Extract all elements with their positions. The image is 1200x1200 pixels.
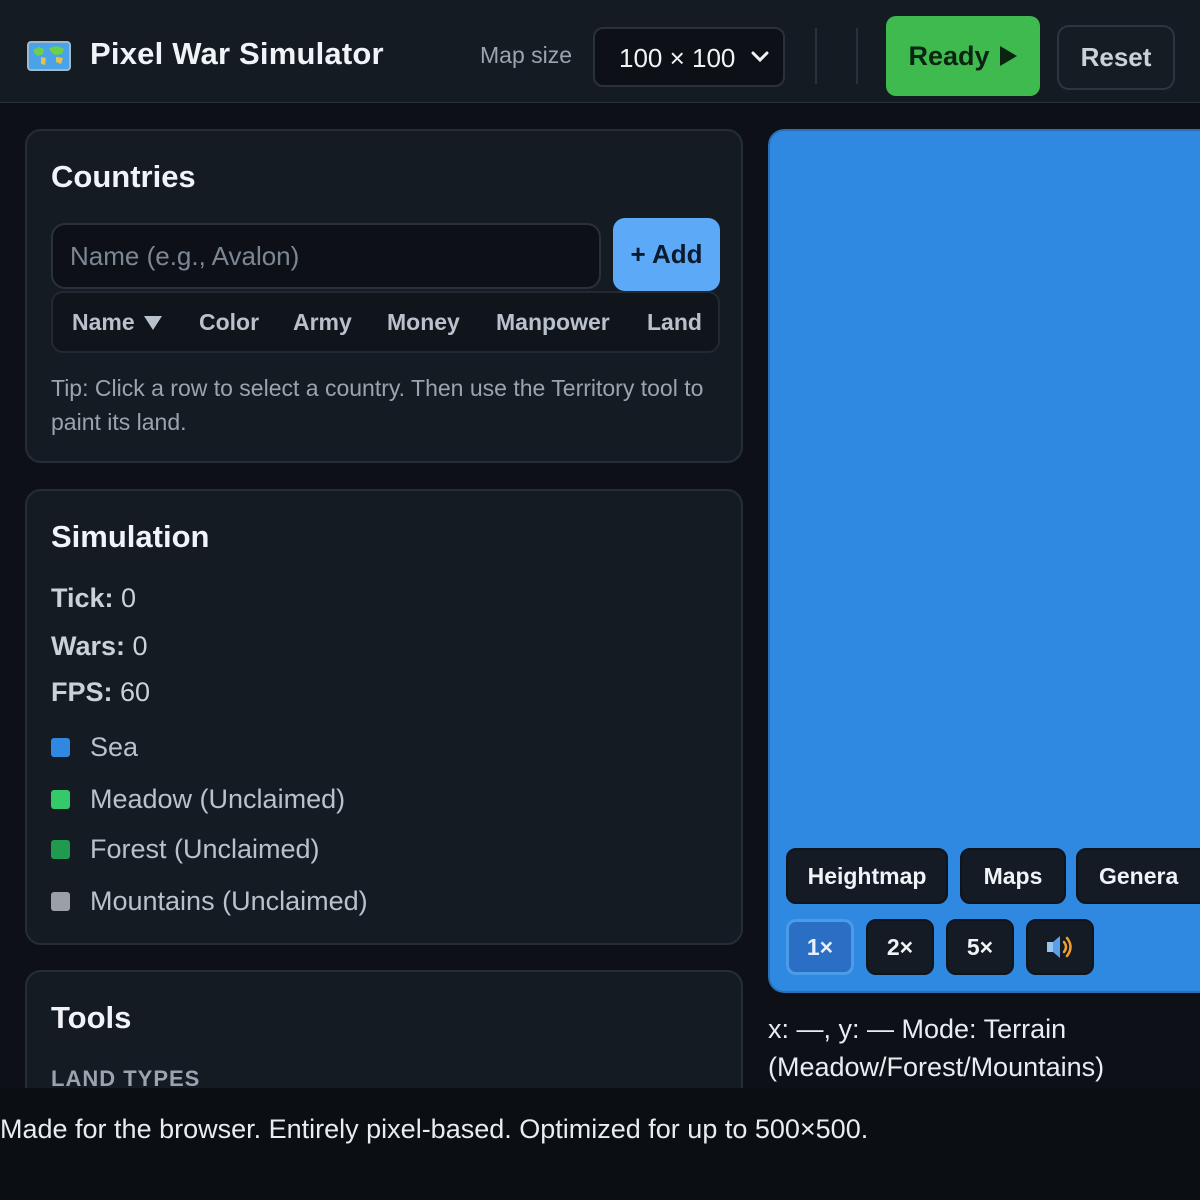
wars-value: 0 <box>132 631 148 661</box>
legend-item-forest: Forest (Unclaimed) <box>51 834 320 864</box>
mountains-swatch <box>51 891 70 911</box>
header-divider <box>856 28 858 84</box>
speed-2x-button[interactable]: 2× <box>866 919 934 975</box>
heightmap-button[interactable]: Heightmap <box>786 848 948 904</box>
map-viewport: Heightmap Maps Genera 1× 2× 5× <box>768 129 1200 993</box>
legend-label: Sea <box>90 731 139 762</box>
legend-item-mountains: Mountains (Unclaimed) <box>51 886 368 916</box>
fps-label: FPS: <box>51 677 113 707</box>
legend-item-sea: Sea <box>51 732 138 762</box>
legend-item-meadow: Meadow (Unclaimed) <box>51 784 345 814</box>
tick-stat: Tick: 0 <box>51 583 136 614</box>
column-header-land[interactable]: Land <box>647 309 702 336</box>
map-size-select[interactable]: 100 × 100 <box>593 27 785 87</box>
map-size-label: Map size <box>480 42 573 68</box>
column-header-color[interactable]: Color <box>199 309 259 336</box>
countries-title: Countries <box>51 159 196 194</box>
column-header-army[interactable]: Army <box>293 309 352 336</box>
add-country-button[interactable]: + Add <box>613 218 720 291</box>
column-header-name[interactable]: Name <box>72 309 163 336</box>
world-map-icon <box>27 41 71 71</box>
forest-swatch <box>51 839 70 859</box>
column-header-money[interactable]: Money <box>387 309 460 336</box>
speed-5x-button[interactable]: 5× <box>946 919 1014 975</box>
sound-toggle-button[interactable] <box>1026 919 1094 975</box>
play-icon <box>999 46 1017 66</box>
sea-swatch <box>51 737 70 757</box>
ready-label: Ready <box>908 40 990 71</box>
wars-stat: Wars: 0 <box>51 631 148 662</box>
footer-text: Made for the browser. Entirely pixel-bas… <box>0 1114 869 1144</box>
column-header-manpower[interactable]: Manpower <box>496 309 610 336</box>
generate-button[interactable]: Genera <box>1076 848 1200 904</box>
speed-1x-button[interactable]: 1× <box>786 919 854 975</box>
countries-tip: Tip: Click a row to select a country. Th… <box>51 375 704 435</box>
wars-label: Wars: <box>51 631 126 661</box>
tools-title: Tools <box>51 1000 132 1035</box>
speaker-icon <box>1047 936 1072 958</box>
fps-stat: FPS: 60 <box>51 677 150 708</box>
country-name-input[interactable] <box>51 223 601 289</box>
app-title: Pixel War Simulator <box>90 36 384 71</box>
legend-label: Mountains (Unclaimed) <box>90 885 368 916</box>
simulation-title: Simulation <box>51 519 210 554</box>
ready-button[interactable]: Ready <box>886 16 1040 96</box>
fps-value: 60 <box>120 677 151 707</box>
legend-label: Forest (Unclaimed) <box>90 833 320 864</box>
footer: Made for the browser. Entirely pixel-bas… <box>0 1088 1200 1200</box>
simulation-panel: Simulation Tick: 0 Wars: 0 FPS: 60 Sea M… <box>25 489 743 945</box>
meadow-swatch <box>51 789 70 809</box>
chevron-down-icon <box>751 51 769 63</box>
tick-value: 0 <box>121 583 137 613</box>
tick-label: Tick: <box>51 583 114 613</box>
countries-table-header: Name Color Army Money Manpower Land <box>51 291 720 353</box>
app-header: Pixel War Simulator Map size 100 × 100 R… <box>0 0 1200 103</box>
maps-button[interactable]: Maps <box>960 848 1066 904</box>
sort-descending-icon <box>143 315 162 330</box>
countries-panel: Countries + Add Name Color Army Money Ma… <box>25 129 743 463</box>
cursor-status: x: —, y: — Mode: Terrain (Meadow/Forest/… <box>768 1014 1105 1082</box>
header-divider <box>815 28 817 84</box>
column-header-label: Name <box>72 309 135 335</box>
reset-button[interactable]: Reset <box>1057 25 1175 90</box>
map-size-value: 100 × 100 <box>619 43 736 73</box>
legend-label: Meadow (Unclaimed) <box>90 783 346 814</box>
